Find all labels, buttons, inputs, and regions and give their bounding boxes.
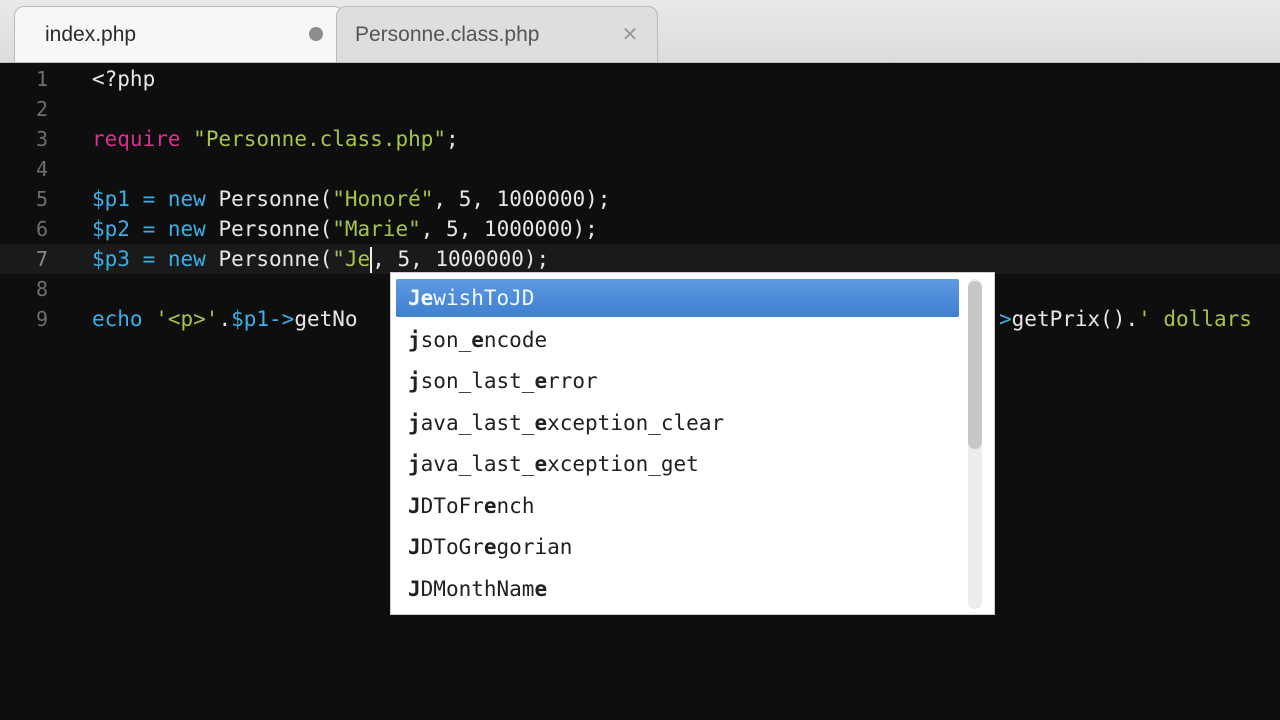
tab-close-icon[interactable]: ✕ (619, 23, 641, 46)
autocomplete-item[interactable]: JewishToJD (396, 279, 959, 317)
line-number: 1 (35, 67, 48, 91)
string-literal: "Je (332, 247, 371, 271)
keyword-new: new (167, 247, 206, 271)
line-number: 9 (35, 307, 48, 331)
arguments: , 5, 1000000); (372, 247, 550, 271)
code-editor-window: index.php Personne.class.php ✕ 1 2 3 4 5… (0, 0, 1280, 720)
match-prefix: Je (408, 286, 434, 310)
modified-dot-icon (309, 27, 323, 41)
autocomplete-item[interactable]: JDToFrench (396, 487, 959, 525)
operator: = (129, 247, 168, 271)
arrow-operator: -> (269, 307, 295, 331)
string-literal: '<p>' (142, 307, 219, 331)
variable: $p1 (231, 307, 270, 331)
arguments: , 5, 1000000); (433, 187, 611, 211)
punctuation: ; (446, 127, 459, 151)
method-call: getPrix() (1011, 307, 1126, 331)
class-call: Personne( (205, 217, 333, 241)
operator: = (129, 217, 168, 241)
concat-operator: . (1125, 307, 1139, 331)
tab-modified-indicator[interactable] (305, 23, 327, 45)
php-open-tag: <?php (92, 67, 156, 91)
class-call: Personne( (205, 187, 333, 211)
code-line-7: $p3 = new Personne("Je, 5, 1000000); (92, 244, 1280, 274)
tab-bar: index.php Personne.class.php ✕ (0, 0, 1280, 63)
autocomplete-scrollbar-thumb[interactable] (968, 281, 982, 449)
variable: $p3 (92, 247, 130, 271)
tab-label: index.php (45, 22, 137, 46)
variable: $p1 (92, 187, 130, 211)
autocomplete-item[interactable]: java_last_exception_get (396, 445, 959, 483)
autocomplete-item[interactable]: json_last_error (396, 362, 959, 400)
class-call: Personne( (205, 247, 333, 271)
autocomplete-item[interactable]: java_last_exception_clear (396, 404, 959, 442)
line-number: 5 (35, 187, 48, 211)
string-literal: "Honoré" (332, 187, 434, 211)
arguments: , 5, 1000000); (420, 217, 598, 241)
line-number: 6 (35, 217, 48, 241)
completion-rest: wishToJD (433, 286, 535, 310)
keyword-new: new (167, 217, 206, 241)
string-literal: "Personne.class.php" (193, 127, 447, 151)
code-line-5: $p1 = new Personne("Honoré", 5, 1000000)… (92, 184, 1280, 214)
method-call: getNo (294, 307, 358, 331)
autocomplete-item[interactable]: JDMonthName (396, 570, 959, 608)
line-number: 8 (35, 277, 48, 301)
arrow-operator: > (999, 307, 1012, 331)
keyword-echo: echo (92, 307, 143, 331)
line-number-gutter: 1 2 3 4 5 6 7 8 9 (0, 64, 70, 334)
code-line-6: $p2 = new Personne("Marie", 5, 1000000); (92, 214, 1280, 244)
autocomplete-item[interactable]: JDToGregorian (396, 528, 959, 566)
code-line-3: require "Personne.class.php"; (92, 124, 1280, 154)
keyword: require (92, 127, 181, 151)
string-literal: ' dollars (1138, 307, 1252, 331)
tab-label: Personne.class.php (355, 22, 540, 46)
concat-operator: . (218, 307, 232, 331)
line-number: 4 (35, 157, 48, 181)
line-number: 2 (35, 97, 48, 121)
tab-index-php[interactable]: index.php (14, 6, 344, 62)
tab-personne-class-php[interactable]: Personne.class.php ✕ (336, 6, 658, 62)
line-number: 7 (35, 247, 48, 271)
variable: $p2 (92, 217, 130, 241)
autocomplete-popup[interactable]: JewishToJD json_encode json_last_error j… (390, 272, 995, 615)
line-number: 3 (35, 127, 48, 151)
autocomplete-item[interactable]: json_encode (396, 321, 959, 359)
code-line-1: <?php (92, 64, 1280, 94)
code-line-9-tail: >getPrix().' dollars (999, 304, 1252, 334)
string-literal: "Marie" (332, 217, 421, 241)
keyword-new: new (167, 187, 206, 211)
operator: = (129, 187, 168, 211)
